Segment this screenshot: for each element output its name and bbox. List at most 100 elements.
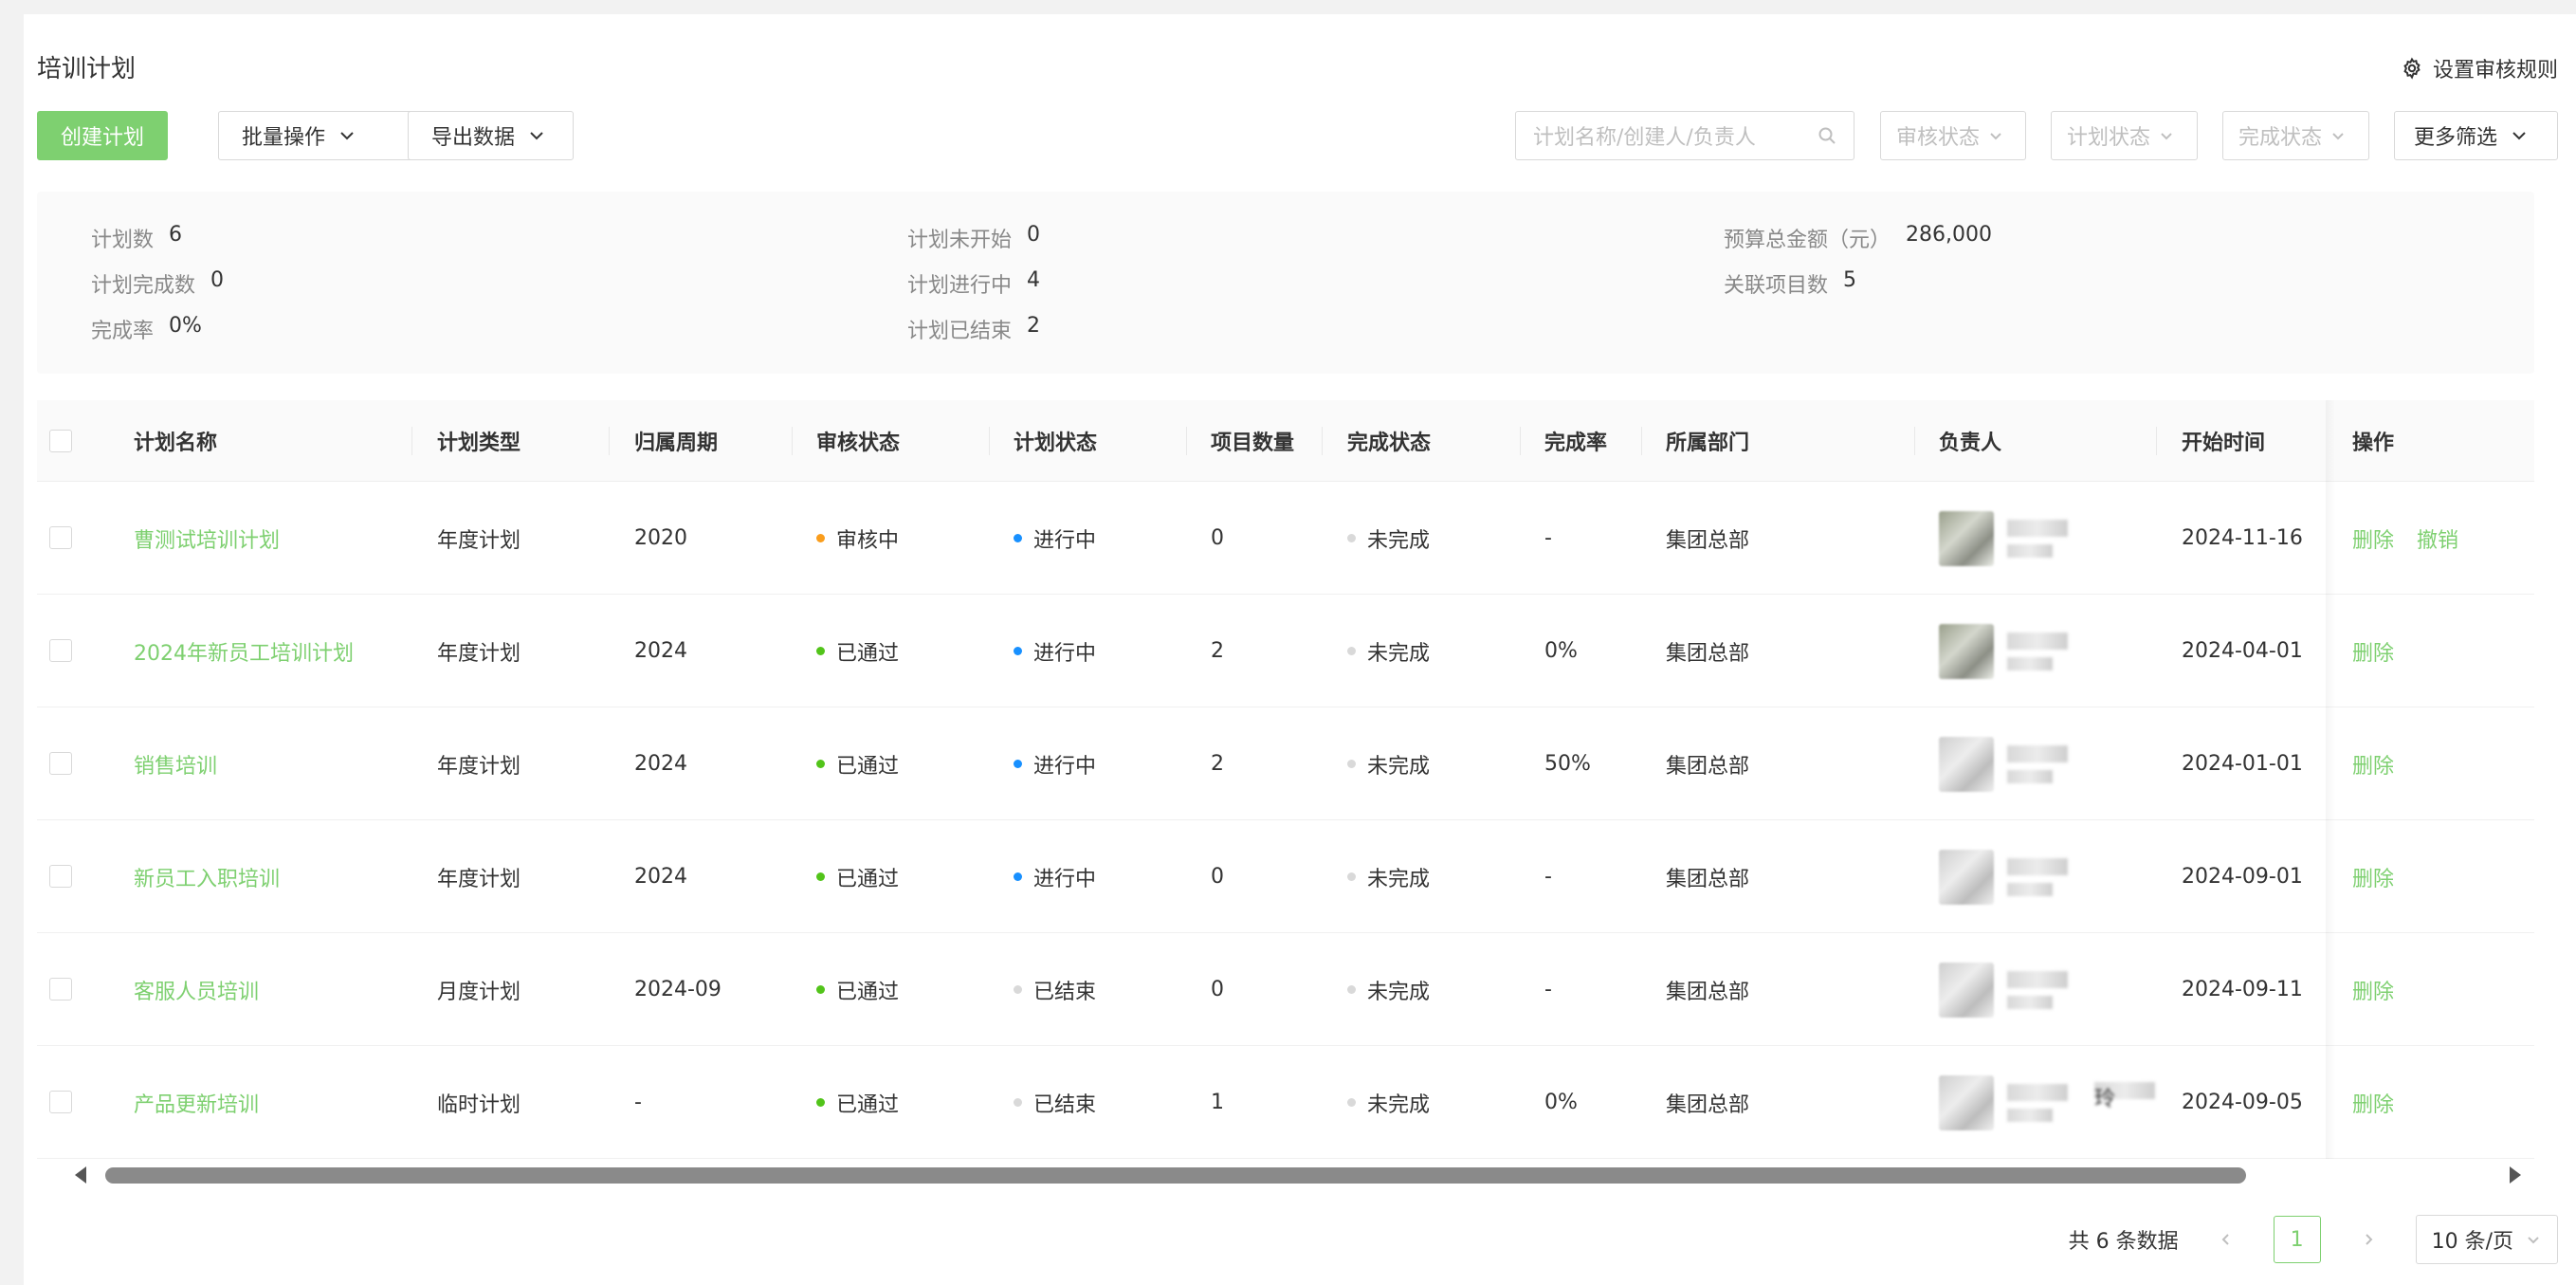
- plan-period: 2024: [634, 639, 687, 663]
- col-ops: 操作: [2352, 431, 2395, 455]
- complete-rate: -: [1544, 865, 1552, 889]
- avatar: [1939, 510, 1994, 566]
- avatar: [1939, 623, 1994, 679]
- plan-name-link[interactable]: 客服人员培训: [134, 933, 259, 1046]
- plan-status: 已结束: [1014, 1046, 1096, 1159]
- complete-status: 未完成: [1347, 933, 1430, 1046]
- delete-button[interactable]: 删除: [2352, 1088, 2394, 1118]
- scrollbar-thumb[interactable]: [105, 1167, 2246, 1184]
- page-1-button[interactable]: 1: [2273, 1216, 2321, 1263]
- revoke-button[interactable]: 撤销: [2417, 523, 2458, 554]
- department: 集团总部: [1666, 754, 1750, 779]
- audit-status: 审核中: [816, 482, 899, 595]
- plan-type: 年度计划: [437, 528, 521, 553]
- table-row: 新员工入职培训 年度计划 2024 已通过 进行中 0 未完成 - 集团总部 2…: [37, 820, 2534, 933]
- row-actions: 删除: [2352, 1046, 2417, 1159]
- status-dot: [1014, 985, 1022, 994]
- owner: [1939, 820, 2068, 933]
- project-count: 0: [1211, 865, 1224, 889]
- chevron-down-icon: [2528, 1237, 2539, 1244]
- plan-period: 2024: [634, 865, 687, 889]
- scroll-right-icon[interactable]: [2510, 1166, 2521, 1184]
- settings-label: 设置审核规则: [2432, 59, 2558, 83]
- chevron-down-icon: [2161, 133, 2172, 140]
- page-size-select[interactable]: 10 条/页: [2415, 1215, 2558, 1264]
- horizontal-scrollbar[interactable]: [37, 1163, 2534, 1189]
- pagination: 共 6 条数据 1 10 条/页: [2069, 1215, 2558, 1264]
- table-row: 销售培训 年度计划 2024 已通过 进行中 2 未完成 50% 集团总部 20…: [37, 707, 2534, 820]
- row-checkbox[interactable]: [49, 865, 72, 888]
- stats-panel: 计划数 6 计划完成数 0 完成率 0% 计划未开始 0 计划进行中 4 计划已结束 2 预…: [37, 192, 2534, 374]
- chevron-down-icon: [530, 132, 543, 140]
- start-date: 2024-09-05: [2182, 1091, 2303, 1114]
- delete-button[interactable]: 删除: [2352, 523, 2394, 554]
- owner: [1939, 707, 2068, 820]
- create-plan-button[interactable]: 创建计划: [37, 111, 168, 160]
- table-row: 客服人员培训 月度计划 2024-09 已通过 已结束 0 未完成 - 集团总部…: [37, 933, 2534, 1046]
- delete-button[interactable]: 删除: [2352, 975, 2394, 1005]
- start-date: 2024-11-16: [2182, 526, 2303, 550]
- plan-name-link[interactable]: 产品更新培训: [134, 1046, 259, 1159]
- delete-button[interactable]: 删除: [2352, 636, 2394, 667]
- toolbar: 创建计划 批量操作 导出数据 计划名称/创建人/负责人 审核状态 计划状态 完成…: [37, 111, 2558, 160]
- search-icon: [1818, 127, 1836, 144]
- status-dot: [1014, 760, 1022, 768]
- plan-period: 2020: [634, 526, 687, 550]
- plan-name-link[interactable]: 2024年新员工培训计划: [134, 595, 354, 707]
- owner: [1939, 933, 2068, 1046]
- row-actions: 删除 撤销: [2352, 482, 2481, 595]
- complete-status: 未完成: [1347, 595, 1430, 707]
- avatar: [1939, 1074, 1994, 1130]
- export-data-label: 导出数据: [431, 126, 516, 150]
- status-dot: [816, 647, 825, 655]
- status-dot: [1347, 985, 1356, 994]
- plan-status-filter[interactable]: 计划状态: [2051, 111, 2198, 160]
- start-date: 2024-01-01: [2182, 752, 2303, 776]
- stat-budget: 预算总金额（元） 286,000: [1724, 223, 1992, 252]
- batch-operation-button[interactable]: 批量操作: [218, 111, 429, 160]
- audit-status: 已通过: [816, 707, 899, 820]
- prev-page-button[interactable]: [2201, 1215, 2251, 1264]
- search-placeholder: 计划名称/创建人/负责人: [1533, 126, 1756, 150]
- row-actions: 删除: [2352, 933, 2417, 1046]
- audit-status-filter-label: 审核状态: [1896, 126, 1981, 150]
- department: 集团总部: [1666, 980, 1750, 1004]
- row-checkbox[interactable]: [49, 978, 72, 1000]
- select-all-checkbox[interactable]: [49, 430, 72, 452]
- row-actions: 删除: [2352, 707, 2417, 820]
- start-date: 2024-09-11: [2182, 978, 2303, 1001]
- fixed-column-shadow: [2326, 400, 2335, 1159]
- plan-name-link[interactable]: 销售培训: [134, 707, 217, 820]
- audit-status: 已通过: [816, 1046, 899, 1159]
- row-actions: 删除: [2352, 595, 2417, 707]
- plan-type: 临时计划: [437, 1092, 521, 1117]
- audit-status-filter[interactable]: 审核状态: [1880, 111, 2026, 160]
- status-dot: [1014, 1098, 1022, 1107]
- complete-status-filter[interactable]: 完成状态: [2222, 111, 2369, 160]
- delete-button[interactable]: 删除: [2352, 749, 2394, 780]
- export-data-button[interactable]: 导出数据: [408, 111, 574, 160]
- next-page-button[interactable]: [2344, 1215, 2393, 1264]
- delete-button[interactable]: 删除: [2352, 862, 2394, 892]
- start-date: 2024-09-01: [2182, 865, 2303, 889]
- search-input[interactable]: 计划名称/创建人/负责人: [1515, 111, 1854, 160]
- more-filter-button[interactable]: 更多筛选: [2394, 111, 2558, 160]
- row-checkbox[interactable]: [49, 1091, 72, 1113]
- project-count: 0: [1211, 978, 1224, 1001]
- col-count: 项目数量: [1211, 431, 1295, 455]
- owner-name-blurred: [2007, 632, 2068, 670]
- pagination-total: 共 6 条数据: [2068, 1230, 2179, 1254]
- row-checkbox[interactable]: [49, 639, 72, 662]
- plan-name-link[interactable]: 曹测试培训计划: [134, 482, 280, 595]
- row-checkbox[interactable]: [49, 526, 72, 549]
- scroll-left-icon[interactable]: [75, 1166, 86, 1184]
- plan-type: 年度计划: [437, 754, 521, 779]
- settings-audit-rules-button[interactable]: 设置审核规则: [2401, 53, 2558, 83]
- plan-name-link[interactable]: 新员工入职培训: [134, 820, 280, 933]
- stat-plan-done: 计划完成数 0: [91, 268, 225, 298]
- plan-status: 进行中: [1014, 595, 1096, 707]
- more-filter-label: 更多筛选: [2414, 126, 2498, 150]
- row-checkbox[interactable]: [49, 752, 72, 775]
- owner: 玲: [1939, 1046, 2155, 1159]
- stat-plan-count: 计划数 6: [91, 223, 183, 252]
